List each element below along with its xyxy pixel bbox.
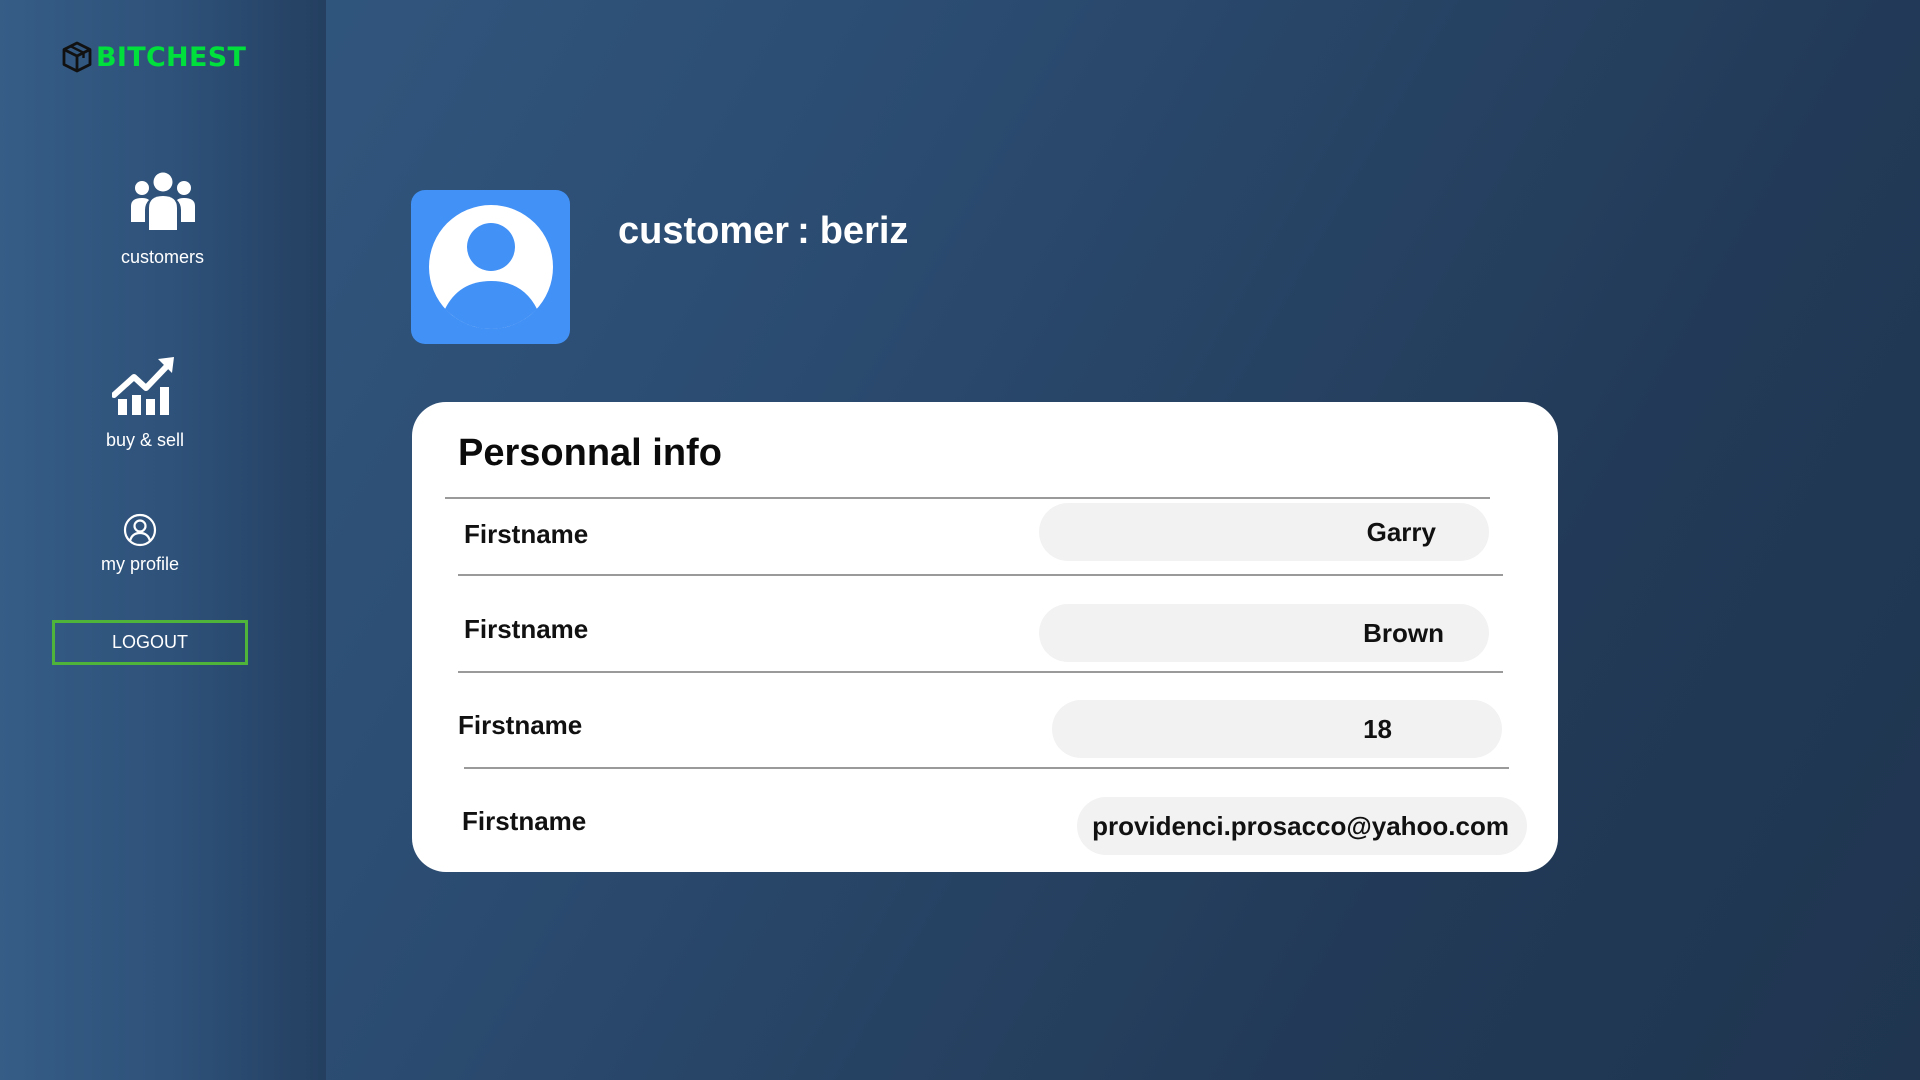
divider [445,497,1490,499]
row-label-firstname: Firstname [464,519,589,549]
brand-logo[interactable]: BITCHEST [60,40,246,74]
sidebar-item-my-profile[interactable]: my profile [80,513,200,575]
age-field[interactable]: 18 [1052,700,1502,758]
row-label-age: Firstname [458,710,583,740]
chart-up-icon [111,357,174,415]
divider [458,671,1503,673]
sidebar-item-buy-sell[interactable]: buy & sell [85,355,205,451]
card-title: Personnal info [458,432,722,474]
page-title-username: beriz [819,210,909,252]
sidebar-item-label: buy & sell [105,430,185,450]
lastname-field[interactable]: Brown [1039,604,1489,662]
sidebar-item-label: my profile [100,554,180,574]
row-label-email: Firstname [462,806,587,836]
avatar [411,190,570,344]
user-circle-icon [123,513,157,547]
email-field[interactable]: providenci.prosacco@yahoo.com [1077,797,1527,855]
sidebar-item-label: customers [120,247,205,267]
firstname-field[interactable]: Garry [1039,503,1489,561]
logout-button[interactable]: LOGOUT [52,620,248,665]
user-avatar-icon [428,205,553,329]
divider [458,574,1503,576]
sidebar: BITCHEST customers buy & sell my profile… [0,0,326,1080]
page-title-separator: : [797,210,810,252]
page-title-prefix: customer [618,210,790,252]
brand-name: BITCHEST [96,41,247,73]
users-icon [130,172,195,230]
cube-icon [62,41,92,73]
personal-info-card: Personnal info Firstname Garry Firstname… [412,402,1558,872]
sidebar-item-customers[interactable]: customers [100,172,225,268]
row-label-lastname: Firstname [464,614,589,644]
divider [464,767,1509,769]
page-title: customer: beriz [618,210,908,253]
